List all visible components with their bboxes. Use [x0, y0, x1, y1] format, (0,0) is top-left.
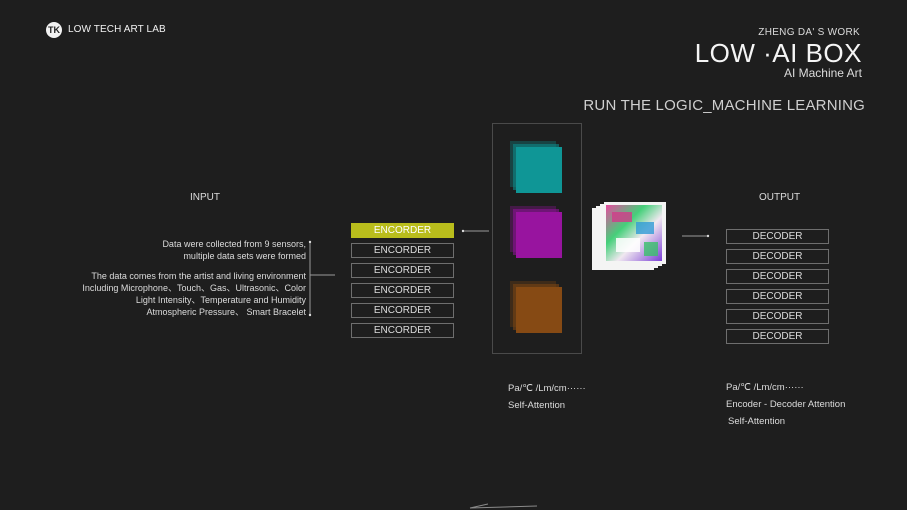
attention-text: Self-Attention — [728, 416, 786, 427]
encoder-box: ENCORDER — [351, 283, 454, 298]
decoder-box: DECODER — [726, 329, 829, 344]
units-text: Pa/℃ /Lm/cm······ — [726, 382, 804, 393]
output-image-stack — [592, 202, 666, 270]
decoder-box: DECODER — [726, 229, 829, 244]
attention-text: Self-Attention — [508, 400, 566, 411]
purple-layer-stack — [510, 206, 562, 258]
output-label: OUTPUT — [759, 192, 801, 203]
encoder-box: ENCORDER — [351, 263, 454, 278]
decoder-box: DECODER — [726, 309, 829, 324]
teal-layer-stack — [510, 141, 562, 193]
encoder-box: ENCORDER — [351, 303, 454, 318]
encoder-box: ENCORDER — [351, 243, 454, 258]
encoder-box: ENCORDER — [351, 223, 454, 238]
encoder-box: ENCORDER — [351, 323, 454, 338]
output-notes: Pa/℃ /Lm/cm······ Encoder - Decoder Atte… — [726, 379, 845, 430]
brown-layer-stack — [510, 281, 562, 333]
decoder-box: DECODER — [726, 249, 829, 264]
middle-notes: Pa/℃ /Lm/cm······ Self-Attention — [508, 380, 586, 414]
units-text: Pa/℃ /Lm/cm······ — [508, 383, 586, 394]
decoder-box: DECODER — [726, 289, 829, 304]
decoder-box: DECODER — [726, 269, 829, 284]
attention-text: Encoder - Decoder Attention — [726, 399, 846, 410]
